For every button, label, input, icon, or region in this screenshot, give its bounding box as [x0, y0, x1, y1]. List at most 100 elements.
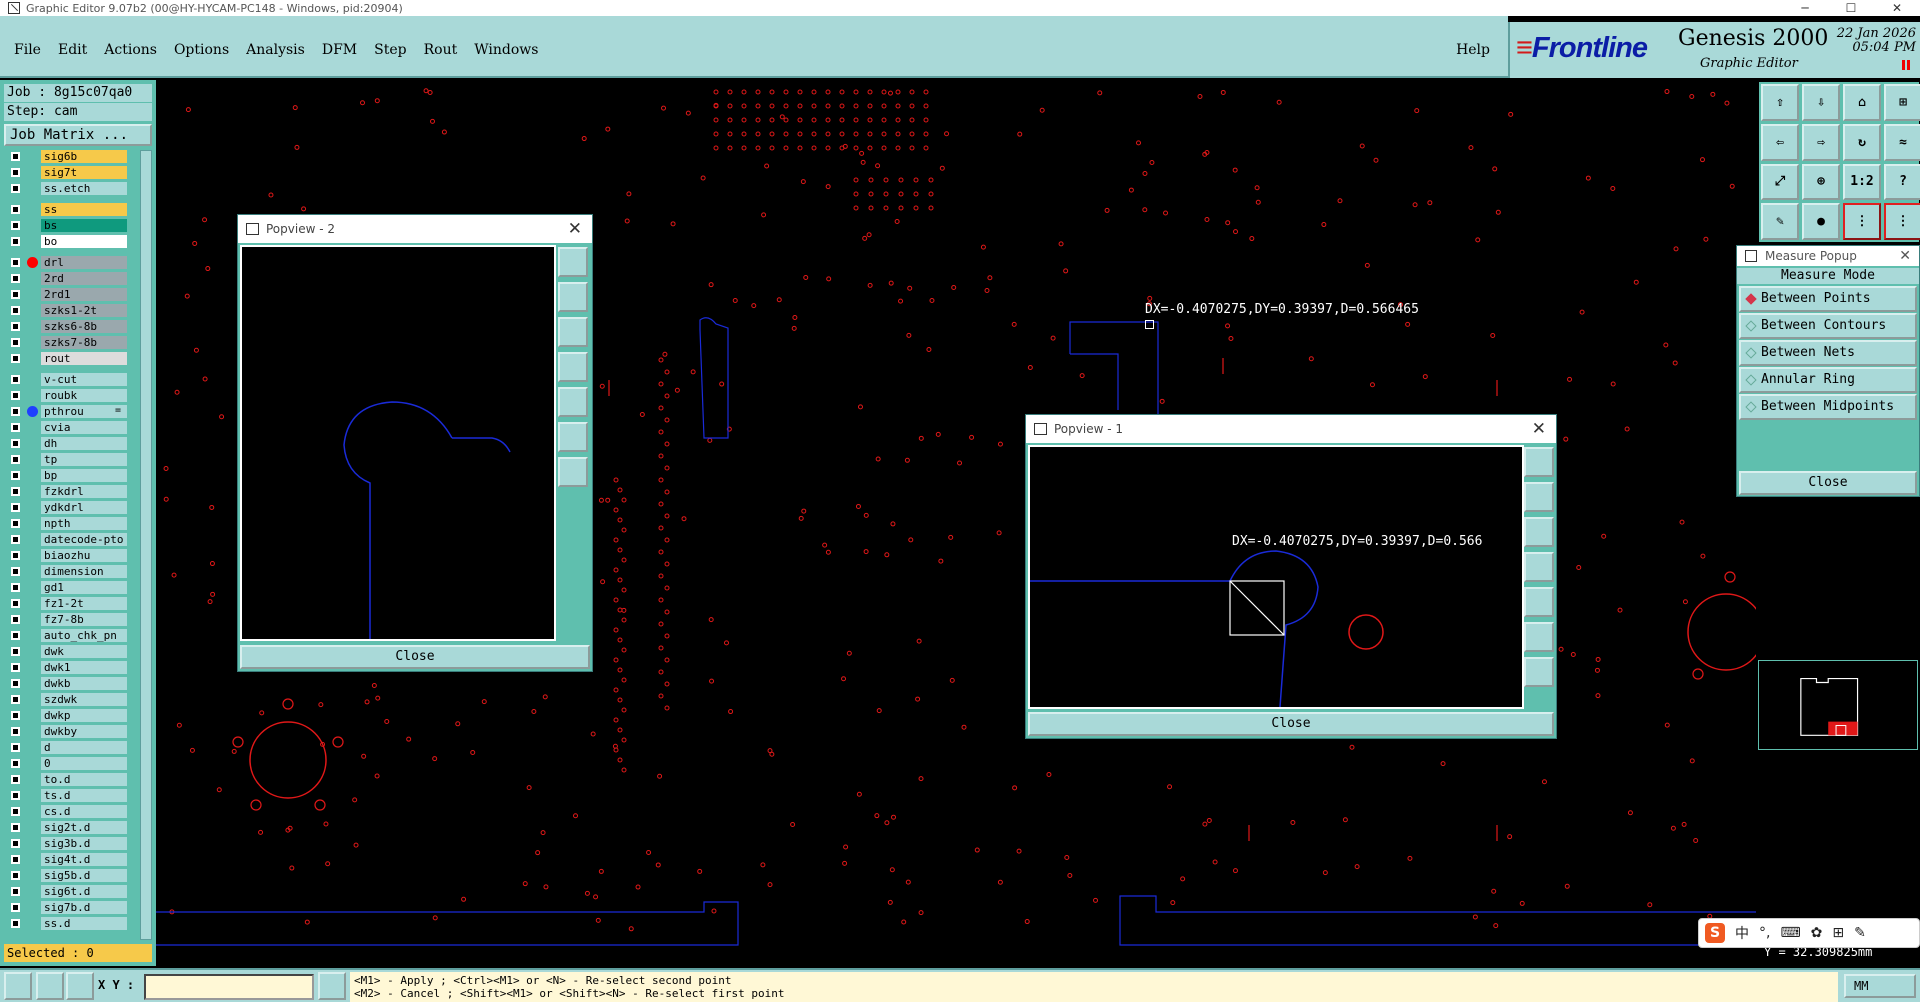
layer-row-npth[interactable]: npth: [4, 517, 128, 530]
layer-row-2rd[interactable]: 2rd: [4, 272, 128, 285]
layer-row-to.d[interactable]: to.d: [4, 773, 128, 786]
layer-row-ydkdrl[interactable]: ydkdrl: [4, 501, 128, 514]
tool-net-icon[interactable]: ⋮: [1843, 203, 1881, 240]
layer-row-dimension[interactable]: dimension: [4, 565, 128, 578]
layer-checkbox[interactable]: [11, 322, 20, 331]
angle-mode-icon[interactable]: [36, 972, 64, 1000]
layer-row-dwk1[interactable]: dwk1: [4, 661, 128, 674]
popview-down-icon[interactable]: [1524, 517, 1554, 547]
menu-file[interactable]: File: [14, 42, 41, 58]
measure-option[interactable]: Between Midpoints: [1739, 394, 1917, 420]
layer-up-icon[interactable]: ⇧: [1761, 84, 1799, 121]
layer-checkbox[interactable]: [11, 711, 20, 720]
layer-checkbox[interactable]: [11, 205, 20, 214]
layer-checkbox[interactable]: [11, 423, 20, 432]
layer-checkbox[interactable]: [11, 455, 20, 464]
menu-windows[interactable]: Windows: [474, 42, 538, 58]
layer-row-sig4t.d[interactable]: sig4t.d: [4, 853, 128, 866]
layer-row-ts.d[interactable]: ts.d: [4, 789, 128, 802]
close-icon[interactable]: ✕: [568, 215, 582, 243]
popview-right-icon[interactable]: [1524, 587, 1554, 617]
popview-center-icon[interactable]: [558, 457, 588, 487]
layer-row-sig7t[interactable]: sig7t: [4, 166, 128, 179]
tool-pad-icon[interactable]: ⋮: [1884, 203, 1920, 240]
sogou-ime-icon[interactable]: S: [1705, 923, 1725, 943]
ime-keyboard-icon[interactable]: ⌨: [1780, 925, 1800, 941]
layer-checkbox[interactable]: [11, 471, 20, 480]
layer-checkbox[interactable]: [11, 583, 20, 592]
popview-right-icon[interactable]: [558, 387, 588, 417]
ime-apps-icon[interactable]: ⊞: [1832, 925, 1844, 941]
maximize-icon[interactable]: ☐: [1828, 0, 1874, 16]
close-window-icon[interactable]: ✕: [1874, 0, 1920, 16]
popview-2-close-button[interactable]: Close: [240, 645, 590, 669]
one-to-one-icon[interactable]: 1:2: [1843, 163, 1881, 201]
layer-row-biaozhu[interactable]: biaozhu: [4, 549, 128, 562]
layer-checkbox[interactable]: [11, 855, 20, 864]
layer-checkbox[interactable]: [11, 306, 20, 315]
zoom-fit-icon[interactable]: ⤢: [1761, 163, 1799, 201]
popview-1-close-button[interactable]: Close: [1028, 712, 1554, 736]
layer-row-gd1[interactable]: gd1: [4, 581, 128, 594]
layer-checkbox[interactable]: [11, 535, 20, 544]
layer-row-cs.d[interactable]: cs.d: [4, 805, 128, 818]
layer-checkbox[interactable]: [11, 168, 20, 177]
layer-checkbox[interactable]: [11, 599, 20, 608]
layer-row-ss.d[interactable]: ss.d: [4, 917, 128, 930]
popview-left-icon[interactable]: [558, 352, 588, 382]
layer-checkbox[interactable]: [11, 823, 20, 832]
pause-icon[interactable]: [1902, 60, 1910, 70]
layer-row-auto_chk_pn[interactable]: auto_chk_pn: [4, 629, 128, 642]
popview-1-titlebar[interactable]: Popview - 1 ✕: [1026, 415, 1556, 443]
layer-checkbox[interactable]: [11, 887, 20, 896]
layer-checkbox[interactable]: [11, 439, 20, 448]
ime-tool-icon[interactable]: ✎: [1854, 925, 1866, 941]
layer-checkbox[interactable]: [11, 743, 20, 752]
layer-row-sig7b.d[interactable]: sig7b.d: [4, 901, 128, 914]
layer-row-szks6-8b[interactable]: szks6-8b: [4, 320, 128, 333]
layer-checkbox[interactable]: [11, 807, 20, 816]
layer-row-roubk[interactable]: roubk: [4, 389, 128, 402]
layer-row-szdwk[interactable]: szdwk: [4, 693, 128, 706]
home-icon[interactable]: ⌂: [1843, 84, 1881, 121]
layer-checkbox[interactable]: [11, 274, 20, 283]
layer-row-szks1-2t[interactable]: szks1-2t: [4, 304, 128, 317]
units-selector[interactable]: MM: [1844, 974, 1916, 998]
layer-checkbox[interactable]: [11, 221, 20, 230]
grid-mode-icon[interactable]: [66, 972, 94, 1000]
popview-down-icon[interactable]: [558, 317, 588, 347]
layer-row-cvia[interactable]: cvia: [4, 421, 128, 434]
layer-checkbox[interactable]: [11, 871, 20, 880]
layer-checkbox[interactable]: [11, 727, 20, 736]
menu-rout[interactable]: Rout: [424, 42, 458, 58]
snap-icon[interactable]: ≈: [1884, 123, 1920, 161]
layer-checkbox[interactable]: [11, 679, 20, 688]
rotate-icon[interactable]: ↻: [1843, 123, 1881, 161]
layer-checkbox[interactable]: [11, 567, 20, 576]
pan-left-icon[interactable]: ⇦: [1761, 123, 1799, 161]
measure-option[interactable]: Between Contours: [1739, 313, 1917, 339]
layer-checkbox[interactable]: [11, 759, 20, 768]
menu-help[interactable]: Help: [1456, 42, 1490, 58]
layer-checkbox[interactable]: [11, 775, 20, 784]
menu-edit[interactable]: Edit: [58, 42, 87, 58]
popview-1-canvas[interactable]: DX=-0.4070275,DY=0.39397,D=0.566: [1028, 445, 1524, 709]
close-icon[interactable]: ✕: [1532, 415, 1546, 443]
layer-checkbox[interactable]: [11, 615, 20, 624]
popview-left-icon[interactable]: [1524, 552, 1554, 582]
layer-checkbox[interactable]: [11, 503, 20, 512]
layer-row-fz1-2t[interactable]: fz1-2t: [4, 597, 128, 610]
layer-checkbox[interactable]: [11, 519, 20, 528]
layer-checkbox[interactable]: [11, 375, 20, 384]
layer-row-sig6b[interactable]: sig6b: [4, 150, 128, 163]
pan-right-icon[interactable]: ⇨: [1802, 123, 1840, 161]
layer-row-tp[interactable]: tp: [4, 453, 128, 466]
layer-row-rout[interactable]: rout: [4, 352, 128, 365]
job-matrix-button[interactable]: Job Matrix ...: [4, 124, 152, 146]
layer-row-sig5b.d[interactable]: sig5b.d: [4, 869, 128, 882]
layer-checkbox[interactable]: [11, 647, 20, 656]
tool-pen-icon[interactable]: ✎: [1761, 203, 1799, 240]
layer-checkbox[interactable]: [11, 338, 20, 347]
measure-popup-titlebar[interactable]: Measure Popup ✕: [1737, 246, 1919, 266]
measure-option[interactable]: Between Nets: [1739, 340, 1917, 366]
